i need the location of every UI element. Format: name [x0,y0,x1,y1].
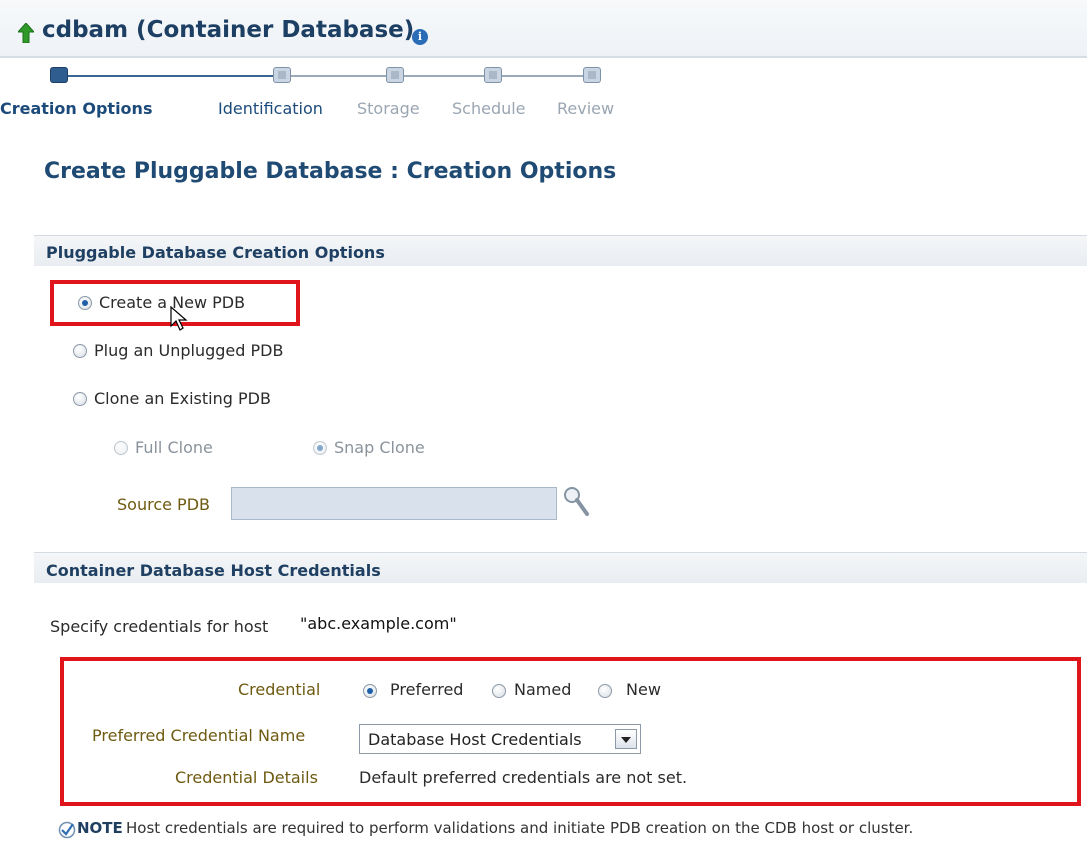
snap-clone-radio[interactable] [313,441,327,455]
plug-unplugged-pdb-radio[interactable] [73,344,87,358]
info-icon[interactable]: i [412,29,428,45]
source-pdb-label: Source PDB [117,495,210,514]
credential-preferred-radio[interactable] [363,684,377,698]
full-clone-label: Full Clone [135,438,213,457]
creation-options-section-title: Pluggable Database Creation Options [46,243,385,262]
note-text: Host credentials are required to perform… [126,819,914,837]
clone-existing-pdb-radio[interactable] [73,392,87,406]
train-step-creation-options-marker [50,67,68,83]
clone-existing-pdb-label[interactable]: Clone an Existing PDB [94,389,271,408]
train-step-identification-marker[interactable] [273,67,291,83]
train-step-review: Review [557,99,615,118]
credential-new-radio[interactable] [598,684,612,698]
credential-preferred-label[interactable]: Preferred [390,680,463,699]
host-credentials-section-title: Container Database Host Credentials [46,561,381,580]
train-step-storage: Storage [357,99,420,118]
green-up-arrow-icon[interactable] [18,23,34,43]
chevron-down-icon[interactable] [615,729,637,749]
mouse-cursor-icon [170,306,188,331]
train-step-identification[interactable]: Identification [218,99,323,118]
credential-named-radio[interactable] [492,684,506,698]
plug-unplugged-pdb-label[interactable]: Plug an Unplugged PDB [94,341,283,360]
credential-new-label[interactable]: New [626,680,661,699]
train-step-review-marker [583,67,601,83]
page-title: cdbam (Container Database) [42,17,415,43]
page-heading: Create Pluggable Database : Creation Opt… [44,159,617,184]
credential-named-label[interactable]: Named [514,680,571,699]
note-label: NOTE [77,819,123,837]
checkmark-note-icon [58,821,76,839]
preferred-credential-select[interactable]: Database Host Credentials [359,724,641,754]
train-connector [64,75,274,77]
preferred-credential-name-label: Preferred Credential Name [92,726,306,745]
train-step-schedule-marker [484,67,502,83]
source-pdb-input[interactable] [231,487,557,520]
snap-clone-label: Snap Clone [334,438,425,457]
train-connector [274,75,592,77]
search-icon[interactable] [561,484,591,518]
create-new-pdb-radio[interactable] [78,296,92,310]
full-clone-radio[interactable] [114,441,128,455]
host-name: "abc.example.com" [300,614,457,633]
train-step-creation-options: Creation Options [0,99,153,118]
train-step-schedule: Schedule [452,99,526,118]
preferred-credential-value: Database Host Credentials [368,730,582,749]
train-step-storage-marker [386,67,404,83]
credential-label: Credential [238,680,321,699]
credential-details-label: Credential Details [175,768,318,787]
credential-details-value: Default preferred credentials are not se… [359,768,688,787]
host-credentials-description: Specify credentials for host [50,617,269,636]
